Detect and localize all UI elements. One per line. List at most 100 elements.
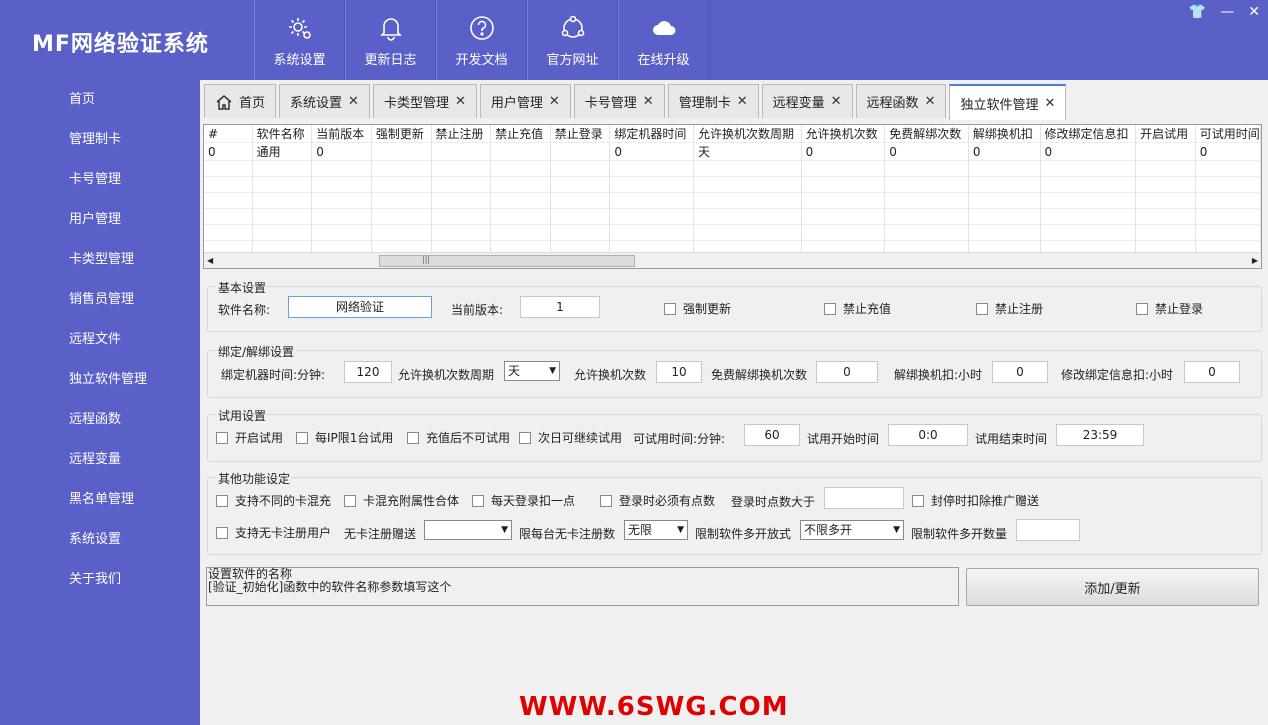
tab-software-management[interactable]: 独立软件管理 ✕	[949, 84, 1067, 120]
tab-card-types[interactable]: 卡类型管理 ✕	[372, 84, 477, 118]
no-register-checkbox[interactable]: 禁止注册	[976, 300, 1043, 317]
column-header[interactable]: 可试用时间	[1195, 125, 1261, 143]
mix-cards-checkbox[interactable]: 支持不同的卡混充	[216, 492, 331, 509]
column-header[interactable]: 当前版本	[311, 125, 372, 143]
free-unbind-input[interactable]: 0	[816, 361, 878, 383]
no-recharge-checkbox[interactable]: 禁止充值	[824, 300, 891, 317]
checkbox-box	[912, 494, 924, 507]
column-header[interactable]: 开启试用	[1135, 125, 1196, 143]
sidebar-item-software[interactable]: 独立软件管理	[0, 360, 200, 400]
no-trial-after-recharge-checkbox[interactable]: 充值后不可试用	[407, 429, 510, 446]
horizontal-scrollbar[interactable]: ◀ ||| ▶	[204, 252, 1261, 268]
close-icon[interactable]: ✕	[455, 94, 466, 109]
modify-input[interactable]: 0	[1184, 361, 1240, 383]
column-header[interactable]: 免费解绑次数	[884, 125, 969, 143]
times-input[interactable]: 10	[656, 361, 702, 383]
column-header[interactable]: 禁止充值	[490, 125, 551, 143]
table-cell	[1135, 160, 1196, 177]
software-name-input[interactable]: 网络验证	[288, 296, 432, 318]
column-header[interactable]: 允许换机次数	[801, 125, 886, 143]
skin-icon[interactable]: 👕	[1189, 4, 1206, 20]
close-icon[interactable]: ✕	[925, 94, 936, 109]
close-icon[interactable]: ✕	[643, 94, 654, 109]
trial-start-input[interactable]: 0:0	[888, 424, 968, 446]
column-header[interactable]: 修改绑定信息扣	[1040, 125, 1137, 143]
trial-time-input[interactable]: 60	[744, 424, 800, 446]
cycle-select[interactable]: 天 ▼	[504, 361, 560, 381]
sidebar-item-home[interactable]: 首页	[0, 80, 200, 120]
no-login-checkbox[interactable]: 禁止登录	[1136, 300, 1203, 317]
gift-select[interactable]: ▼	[424, 520, 512, 540]
sidebar-item-users[interactable]: 用户管理	[0, 200, 200, 240]
column-header[interactable]: 允许换机次数周期	[693, 125, 802, 143]
tab-system-settings[interactable]: 系统设置 ✕	[279, 84, 370, 118]
toolbar-update-log-button[interactable]: 更新日志	[345, 0, 436, 80]
freeze-deduct-checkbox[interactable]: 封停时扣除推广赠送	[912, 492, 1039, 509]
minimize-icon[interactable]: —	[1220, 4, 1234, 20]
table-row[interactable]	[204, 224, 1261, 241]
column-header[interactable]: 强制更新	[371, 125, 432, 143]
close-icon[interactable]: ✕	[1248, 4, 1260, 20]
deduct-input[interactable]: 0	[992, 361, 1048, 383]
multi-count-input[interactable]	[1016, 519, 1080, 541]
scroll-left-icon[interactable]: ◀	[207, 256, 213, 265]
tab-remote-functions[interactable]: 远程函数 ✕	[855, 84, 947, 118]
column-header[interactable]: #	[204, 125, 253, 143]
per-ip-checkbox[interactable]: 每IP限1台试用	[296, 429, 393, 446]
sidebar-item-remote-variables[interactable]: 远程变量	[0, 440, 200, 480]
table-row[interactable]	[204, 176, 1261, 193]
software-grid[interactable]: # 软件名称 当前版本 强制更新 禁止注册 禁止充值 禁止登录 绑定机器时间 允许换机次数周期允…	[203, 124, 1262, 269]
limit-select[interactable]: 无限 ▼	[624, 520, 688, 540]
close-icon[interactable]: ✕	[737, 94, 748, 109]
tab-remote-variables[interactable]: 远程变量 ✕	[761, 84, 853, 118]
scroll-right-icon[interactable]: ▶	[1252, 256, 1258, 265]
add-update-button[interactable]: 添加/更新	[966, 568, 1259, 606]
tab-make-cards[interactable]: 管理制卡 ✕	[667, 84, 759, 118]
close-icon[interactable]: ✕	[549, 94, 560, 109]
toolbar-label: 在线升级	[637, 53, 690, 68]
tab-home[interactable]: 首页	[204, 84, 277, 118]
sidebar-item-about[interactable]: 关于我们	[0, 560, 200, 600]
sidebar-item-make-cards[interactable]: 管理制卡	[0, 120, 200, 160]
toolbar-official-site-button[interactable]: 官方网址	[527, 0, 618, 80]
close-icon[interactable]: ✕	[1044, 96, 1055, 111]
toolbar-online-upgrade-button[interactable]: 在线升级	[618, 0, 709, 80]
tab-users[interactable]: 用户管理 ✕	[479, 84, 571, 118]
need-points-checkbox[interactable]: 登录时必须有点数	[600, 492, 715, 509]
sidebar-item-card-types[interactable]: 卡类型管理	[0, 240, 200, 280]
daily-deduct-checkbox[interactable]: 每天登录扣一点	[472, 492, 575, 509]
force-update-checkbox[interactable]: 强制更新	[664, 300, 731, 317]
column-header[interactable]: 解绑换机扣	[968, 125, 1041, 143]
table-row[interactable]	[204, 192, 1261, 209]
table-row[interactable]	[204, 160, 1261, 177]
sidebar-item-blacklist[interactable]: 黑名单管理	[0, 480, 200, 520]
no-card-register-checkbox[interactable]: 支持无卡注册用户	[216, 524, 331, 541]
tab-card-numbers[interactable]: 卡号管理 ✕	[573, 84, 665, 118]
table-row[interactable]: 0 通用 0 0 天 0 0 0 0 0	[204, 142, 1261, 161]
close-icon[interactable]: ✕	[831, 94, 842, 109]
tab-label: 管理制卡	[678, 96, 731, 111]
sidebar-item-card-numbers[interactable]: 卡号管理	[0, 160, 200, 200]
sidebar-item-remote-functions[interactable]: 远程函数	[0, 400, 200, 440]
version-input[interactable]: 1	[520, 296, 600, 318]
multi-mode-select[interactable]: 不限多开 ▼	[800, 520, 904, 540]
next-day-trial-checkbox[interactable]: 次日可继续试用	[519, 429, 622, 446]
column-header[interactable]: 绑定机器时间	[609, 125, 695, 143]
sidebar-item-sellers[interactable]: 销售员管理	[0, 280, 200, 320]
table-row[interactable]	[204, 208, 1261, 225]
enable-trial-checkbox[interactable]: 开启试用	[216, 429, 283, 446]
bind-time-input[interactable]: 120	[344, 361, 392, 383]
scrollbar-thumb[interactable]	[379, 255, 635, 267]
close-icon[interactable]: ✕	[348, 94, 359, 109]
column-header[interactable]: 软件名称	[252, 125, 313, 143]
column-header[interactable]: 禁止登录	[550, 125, 611, 143]
mix-attr-checkbox[interactable]: 卡混充附属性合体	[344, 492, 459, 509]
sidebar-item-remote-files[interactable]: 远程文件	[0, 320, 200, 360]
table-cell	[204, 208, 253, 225]
sidebar-item-system-settings[interactable]: 系统设置	[0, 520, 200, 560]
column-header[interactable]: 禁止注册	[431, 125, 492, 143]
trial-end-input[interactable]: 23:59	[1056, 424, 1144, 446]
toolbar-system-settings-button[interactable]: 系统设置	[254, 0, 345, 80]
toolbar-dev-docs-button[interactable]: 开发文档	[436, 0, 527, 80]
points-input[interactable]	[824, 487, 904, 509]
